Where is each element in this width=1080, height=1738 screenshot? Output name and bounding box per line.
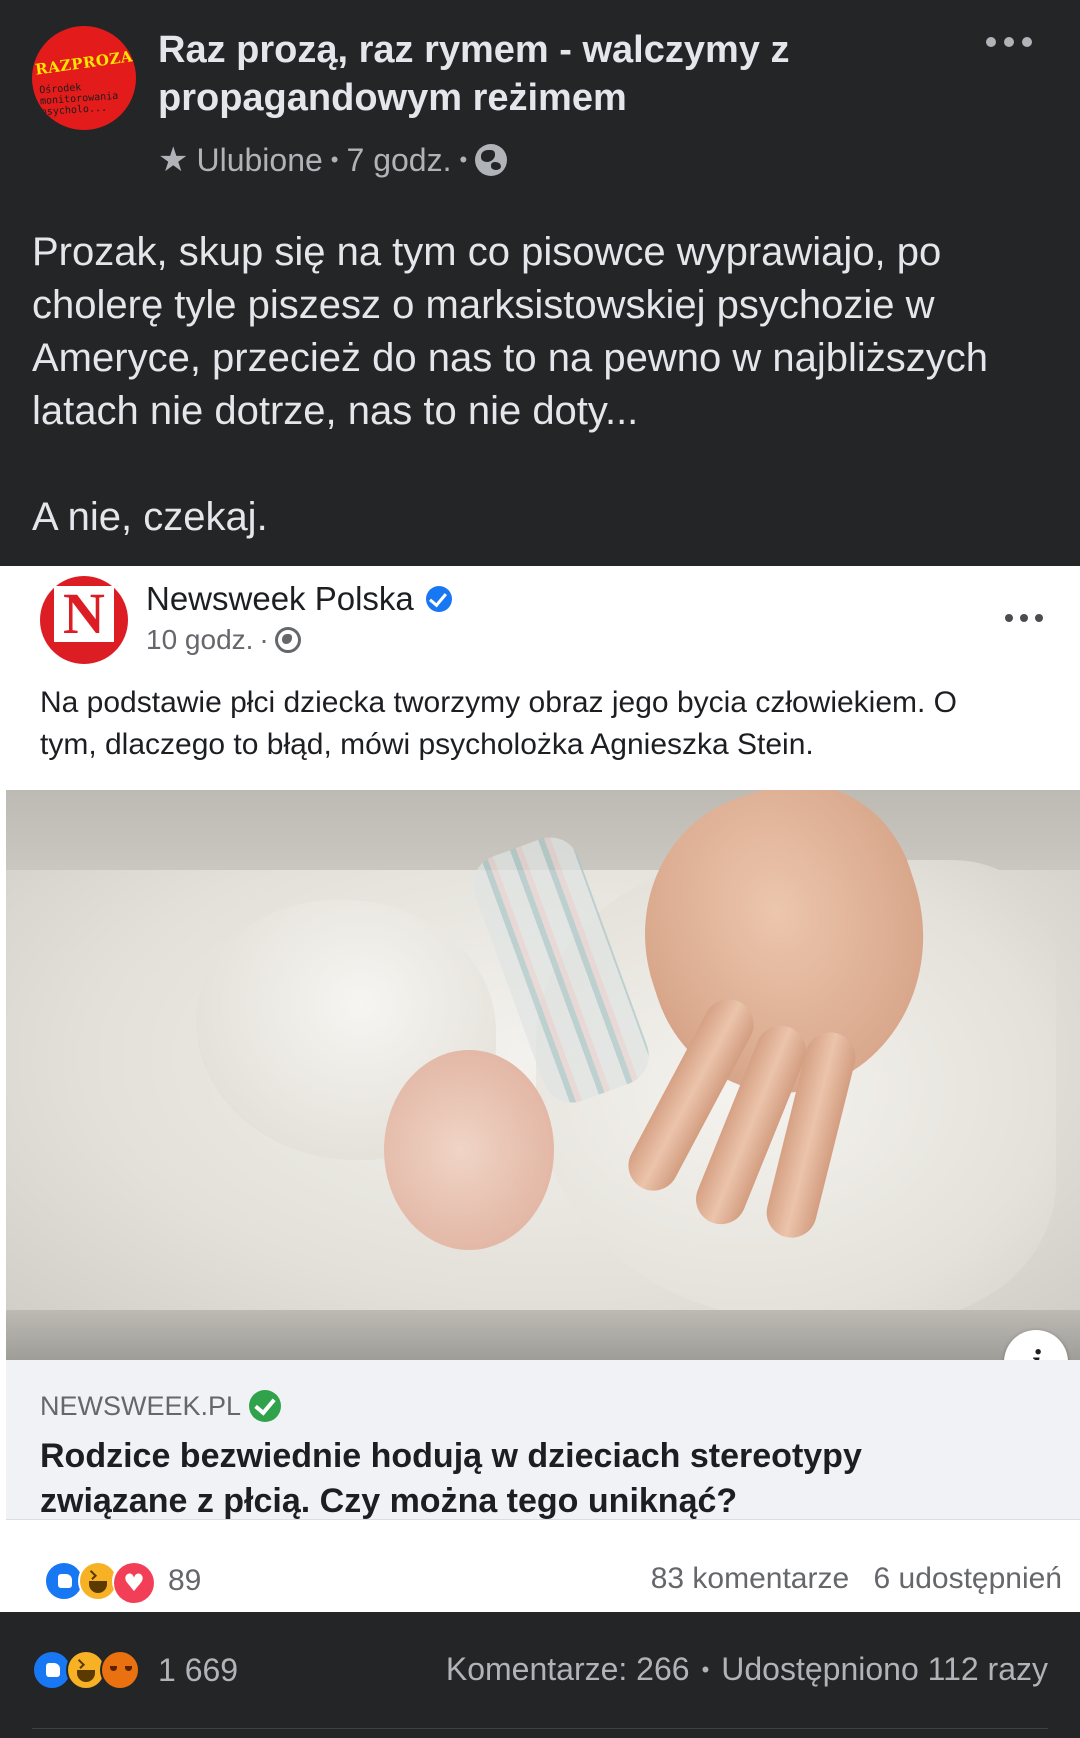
embedded-post-text: Na podstawie płci dziecka tworzymy obraz… [40,682,1050,766]
avatar-subtitle-text: Ośrodek monitorowania psycholo... [38,82,119,119]
page-avatar[interactable]: RAZPROZA Ośrodek monitorowania psycholo.… [32,26,136,130]
meta-separator: • [330,147,339,172]
link-domain: NEWSWEEK.PL [40,1390,282,1422]
post-text-line: Prozak, skup się na tym co pisowce wypra… [32,230,942,274]
dot [1004,37,1014,47]
link-preview-card: NEWSWEEK.PL Rodzice bezwiednie hodują w … [6,1360,1080,1520]
meta-separator: · [259,624,269,655]
embedded-post-image[interactable]: N Newsweek Polska 10 godz. · Na podstawi… [0,566,1080,1612]
link-domain-text: NEWSWEEK.PL [40,1390,242,1421]
favorites-label[interactable]: Ulubione [196,142,322,179]
globe-icon [274,627,301,653]
stats-separator: • [701,1656,710,1682]
reactions-summary[interactable]: 1 669 [32,1646,238,1694]
love-icon [112,1561,154,1603]
more-options-icon [1005,612,1043,624]
dot [1020,614,1028,622]
post-text-line: cholerę tyle piszesz o marksistowskiej p… [32,283,935,327]
avatar-brand-text: RAZPROZA [33,47,134,79]
dot [1035,614,1043,622]
more-options-icon[interactable] [986,30,1032,54]
embedded-reaction-count: 89 [168,1564,202,1597]
verified-badge-icon [425,586,452,612]
post-text-line: latach nie dotrze, nas to nie doty... [32,389,639,433]
verified-check-icon [249,1390,282,1422]
post-header: RAZPROZA Ośrodek monitorowania psycholo.… [0,0,1080,200]
divider [32,1728,1048,1729]
comments-count[interactable]: Komentarze: 266 [446,1651,690,1688]
post-time[interactable]: 7 godz. [347,142,452,179]
post-text-line: Ameryce, przecież do nas to na pewno w n… [32,336,989,380]
link-title: Rodzice bezwiednie hodują w dzieciach st… [40,1434,1050,1524]
dot [1022,37,1032,47]
shares-count[interactable]: Udostępniono 112 razy [721,1651,1048,1688]
newsweek-logo-letter: N [54,585,114,643]
embedded-meta: 10 godz. · [146,624,301,656]
star-icon: ★ [158,141,189,179]
embedded-time: 10 godz. [146,624,254,655]
embedded-reactions: 89 [44,1556,201,1606]
embedded-author: Newsweek Polska [146,580,452,618]
embedded-comments-count: 83 komentarze [650,1562,850,1595]
newsweek-logo: N [40,576,128,664]
baby-face [384,1050,554,1250]
embedded-stats: 83 komentarze 6 udostępnień [651,1562,1062,1596]
newborn-photo [6,790,1080,1360]
dot [986,37,996,47]
embedded-text-line: Na podstawie płci dziecka tworzymy obraz… [40,686,958,719]
link-title-line: związane z płcią. Czy można tego uniknąć… [40,1482,738,1520]
post-text: Prozak, skup się na tym co pisowce wypra… [32,226,1042,544]
post-stats: Komentarze: 266 • Udostępniono 112 razy [446,1651,1048,1688]
crib-rail [6,1310,1080,1360]
link-title-line: Rodzice bezwiednie hodują w dzieciach st… [40,1437,862,1475]
reaction-count[interactable]: 1 669 [158,1652,238,1689]
post-meta: ★ Ulubione • 7 godz. • [158,138,508,182]
page-title[interactable]: Raz prozą, raz rymem - walczymy z propag… [158,26,858,122]
embedded-author-name: Newsweek Polska [146,580,414,617]
meta-separator: • [459,147,468,172]
embedded-shares-count: 6 udostępnień [873,1562,1063,1595]
dot [1005,614,1013,622]
globe-icon [475,144,508,176]
post-text-line: A nie, czekaj. [32,495,268,539]
embedded-text-line: tym, dlaczego to błąd, mówi psycholożka … [40,728,814,761]
angry-icon [100,1650,140,1690]
